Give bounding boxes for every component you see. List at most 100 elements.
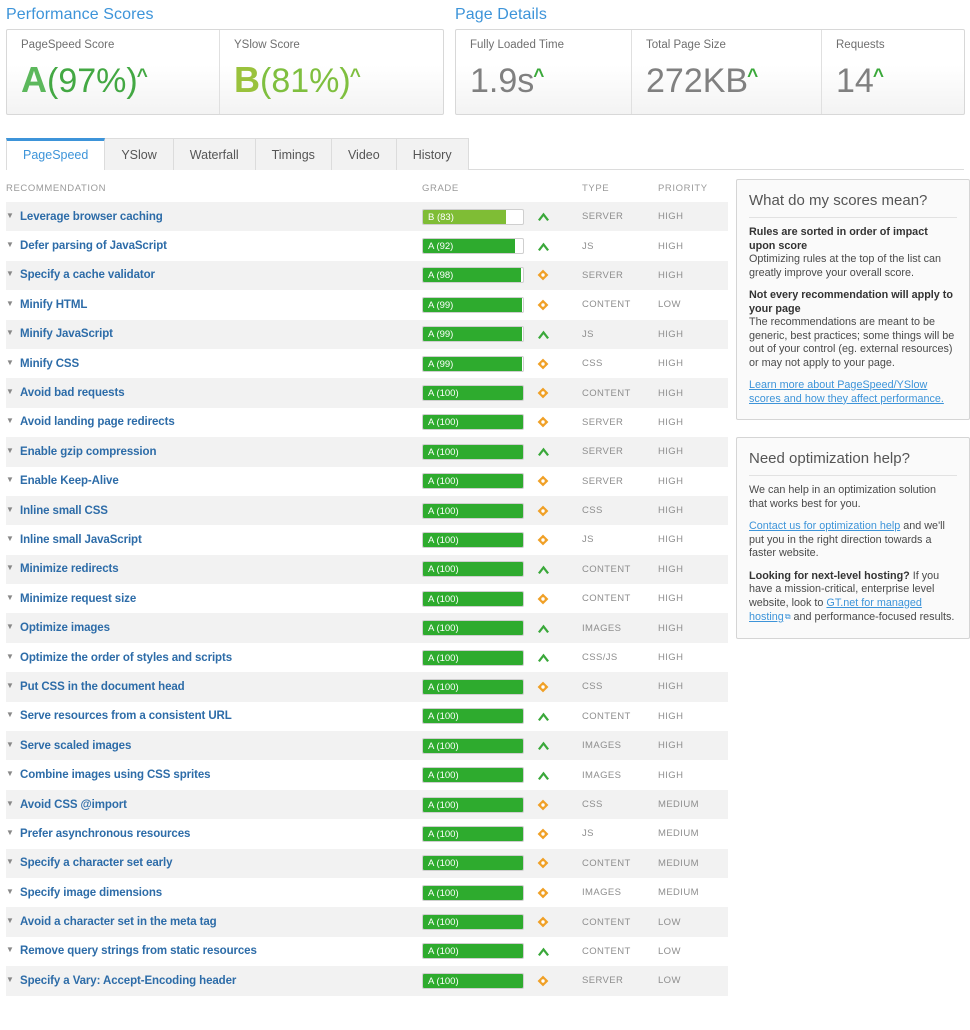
table-row[interactable]: ▼ Avoid CSS @import A (100) CSS MEDIUM — [6, 789, 728, 820]
recommendation-link[interactable]: Serve scaled images — [20, 740, 131, 752]
table-row[interactable]: ▼ Enable gzip compression A (100) SERVER HIG… — [6, 437, 728, 467]
caret-up-icon[interactable]: ^ — [350, 66, 361, 87]
tab-yslow[interactable]: YSlow — [104, 138, 174, 170]
table-row[interactable]: ▼ Minify JavaScript A (99) JS HIGH — [6, 319, 728, 349]
recommendation-link[interactable]: Optimize the order of styles and scripts — [20, 652, 232, 664]
table-row[interactable]: ▼ Serve scaled images A (100) IMAGES HIGH — [6, 731, 728, 761]
table-row[interactable]: ▼ Specify a character set early A (100) CON… — [6, 848, 728, 878]
caret-up-icon[interactable]: ^ — [873, 66, 884, 87]
disclosure-triangle-icon[interactable]: ▼ — [6, 917, 14, 925]
disclosure-triangle-icon[interactable]: ▼ — [6, 388, 14, 396]
tab-timings[interactable]: Timings — [254, 138, 332, 170]
disclosure-triangle-icon[interactable]: ▼ — [6, 799, 14, 808]
table-row[interactable]: ▼ Enable Keep-Alive A (100) SERVER HIGH — [6, 466, 728, 496]
recommendation-link[interactable]: Optimize images — [20, 622, 110, 634]
recommendation-link[interactable]: Put CSS in the document head — [20, 681, 185, 693]
recommendation-link[interactable]: Minimize redirects — [20, 563, 119, 575]
disclosure-triangle-icon[interactable]: ▼ — [6, 975, 14, 984]
recommendation-link[interactable]: Inline small CSS — [20, 505, 108, 517]
table-row[interactable]: ▼ Minimize request size A (100) CONTENT HIGH — [6, 584, 728, 614]
disclosure-triangle-icon[interactable]: ▼ — [6, 505, 14, 514]
recommendation-link[interactable]: Avoid a character set in the meta tag — [20, 916, 217, 928]
recommendation-link[interactable]: Specify a Vary: Accept-Encoding header — [20, 975, 236, 987]
diamond-icon — [536, 298, 550, 312]
recommendation-link[interactable]: Leverage browser caching — [20, 211, 163, 223]
table-row[interactable]: ▼ Optimize the order of styles and script… — [6, 642, 728, 673]
table-row[interactable]: ▼ Defer parsing of JavaScript A (92) JS HIGH — [6, 231, 728, 261]
recommendation-link[interactable]: Enable gzip compression — [20, 446, 156, 458]
recommendation-link[interactable]: Remove query strings from static resourc… — [20, 945, 257, 957]
recommendation-link[interactable]: Inline small JavaScript — [20, 534, 142, 546]
disclosure-triangle-icon[interactable]: ▼ — [6, 652, 14, 661]
disclosure-triangle-icon[interactable]: ▼ — [6, 446, 14, 455]
disclosure-triangle-icon[interactable]: ▼ — [6, 534, 14, 543]
disclosure-triangle-icon[interactable]: ▼ — [6, 593, 14, 602]
table-row[interactable]: ▼ Serve resources from a consistent URL A … — [6, 701, 728, 732]
tab-history[interactable]: History — [395, 138, 469, 170]
table-row[interactable]: ▼ Specify a cache validator A (98) SERVER HI… — [6, 260, 728, 291]
recommendation-link[interactable]: Minify HTML — [20, 299, 87, 311]
disclosure-triangle-icon[interactable]: ▼ — [6, 858, 14, 866]
recommendation-link[interactable]: Specify a character set early — [20, 857, 173, 869]
caret-up-icon[interactable]: ^ — [533, 66, 544, 87]
table-row[interactable]: ▼ Minify CSS A (99) CSS HIGH — [6, 348, 728, 379]
disclosure-triangle-icon[interactable]: ▼ — [6, 681, 14, 690]
disclosure-triangle-icon[interactable]: ▼ — [6, 358, 14, 367]
tab-pagespeed[interactable]: PageSpeed — [6, 138, 106, 171]
cell-grade: A (100) — [422, 672, 582, 702]
disclosure-triangle-icon[interactable]: ▼ — [6, 564, 14, 572]
disclosure-triangle-icon[interactable]: ▼ — [6, 828, 14, 837]
cell-grade: A (100) — [422, 936, 582, 967]
disclosure-triangle-icon[interactable]: ▼ — [6, 329, 14, 337]
recommendation-link[interactable]: Minimize request size — [20, 593, 136, 605]
table-row[interactable]: ▼ Avoid landing page redirects A (100) SERV… — [6, 407, 728, 438]
recommendation-link[interactable]: Prefer asynchronous resources — [20, 828, 190, 840]
table-row[interactable]: ▼ Avoid a character set in the meta tag A … — [6, 907, 728, 937]
table-row[interactable]: ▼ Minify HTML A (99) CONTENT LOW — [6, 290, 728, 320]
tab-waterfall[interactable]: Waterfall — [172, 138, 256, 170]
disclosure-triangle-icon[interactable]: ▼ — [6, 887, 14, 896]
table-row[interactable]: ▼ Minimize redirects A (100) CONTENT HIGH — [6, 554, 728, 585]
tab-video[interactable]: Video — [330, 138, 397, 170]
disclosure-triangle-icon[interactable]: ▼ — [6, 417, 14, 425]
contact-us-link[interactable]: Contact us for optimization help — [749, 520, 900, 532]
table-row[interactable]: ▼ Inline small CSS A (100) CSS HIGH — [6, 495, 728, 526]
disclosure-triangle-icon[interactable]: ▼ — [6, 270, 14, 278]
recommendation-link[interactable]: Avoid landing page redirects — [20, 416, 175, 428]
disclosure-triangle-icon[interactable]: ▼ — [6, 740, 14, 749]
table-row[interactable]: ▼ Specify image dimensions A (100) IMAGES ME… — [6, 877, 728, 908]
disclosure-triangle-icon[interactable]: ▼ — [6, 299, 14, 308]
table-row[interactable]: ▼ Leverage browser caching B (83) SERVER HIG… — [6, 202, 728, 232]
disclosure-triangle-icon[interactable]: ▼ — [6, 241, 14, 249]
recommendation-link[interactable]: Combine images using CSS sprites — [20, 769, 211, 781]
disclosure-triangle-icon[interactable]: ▼ — [6, 623, 14, 631]
recommendation-link[interactable]: Minify CSS — [20, 358, 79, 370]
recommendation-link[interactable]: Enable Keep-Alive — [20, 475, 119, 487]
disclosure-triangle-icon[interactable]: ▼ — [6, 476, 14, 484]
recommendation-link[interactable]: Defer parsing of JavaScript — [20, 240, 167, 252]
recommendation-link[interactable]: Specify image dimensions — [20, 887, 162, 899]
metric-fully-loaded-time: Fully Loaded Time 1.9s^ — [456, 30, 631, 114]
recommendation-link[interactable]: Avoid CSS @import — [20, 799, 127, 811]
table-row[interactable]: ▼ Prefer asynchronous resources A (100) JS M… — [6, 819, 728, 849]
grade-bar: A (100) — [422, 972, 524, 989]
grade-bar: A (100) — [422, 914, 524, 931]
recommendation-link[interactable]: Serve resources from a consistent URL — [20, 710, 232, 722]
table-row[interactable]: ▼ Remove query strings from static resour… — [6, 936, 728, 967]
table-row[interactable]: ▼ Specify a Vary: Accept-Encoding header A… — [6, 966, 728, 996]
disclosure-triangle-icon[interactable]: ▼ — [6, 946, 14, 954]
recommendation-link[interactable]: Specify a cache validator — [20, 269, 155, 281]
caret-up-icon[interactable]: ^ — [137, 66, 148, 87]
recommendation-link[interactable]: Avoid bad requests — [20, 387, 125, 399]
table-row[interactable]: ▼ Combine images using CSS sprites A (100)… — [6, 760, 728, 790]
disclosure-triangle-icon[interactable]: ▼ — [6, 211, 14, 220]
disclosure-triangle-icon[interactable]: ▼ — [6, 711, 14, 719]
disclosure-triangle-icon[interactable]: ▼ — [6, 770, 14, 778]
table-row[interactable]: ▼ Inline small JavaScript A (100) JS HIGH — [6, 525, 728, 555]
table-row[interactable]: ▼ Optimize images A (100) IMAGES HIGH — [6, 613, 728, 643]
caret-up-icon[interactable]: ^ — [747, 66, 758, 87]
table-row[interactable]: ▼ Avoid bad requests A (100) CONTENT HIGH — [6, 378, 728, 408]
table-row[interactable]: ▼ Put CSS in the document head A (100) CSS H… — [6, 672, 728, 702]
recommendation-link[interactable]: Minify JavaScript — [20, 328, 113, 340]
learn-more-link[interactable]: Learn more about PageSpeed/YSlow scores … — [749, 379, 944, 405]
